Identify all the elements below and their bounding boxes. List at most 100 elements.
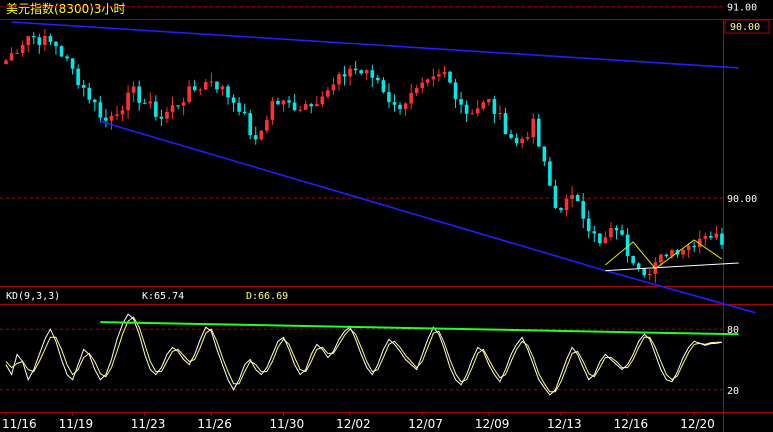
candle-body [720, 233, 724, 245]
candle-body [686, 245, 691, 251]
candle-body [348, 68, 352, 77]
candle-body [581, 201, 585, 219]
kd-indicator-name: KD(9,3,3) [6, 291, 60, 302]
candle-body [137, 86, 141, 103]
x-tick-label: 12/20 [680, 417, 715, 431]
candle-body [503, 113, 508, 135]
candle-body [93, 99, 97, 103]
candle-body [154, 101, 158, 117]
candle-body [65, 56, 69, 59]
price-y-tick-label: 91.00 [727, 3, 757, 14]
candle-body [525, 137, 530, 139]
x-tick-label: 12/02 [336, 417, 371, 431]
candle-body [181, 102, 186, 106]
candle-body [514, 137, 519, 144]
candle-body [370, 70, 375, 78]
candle-body [359, 70, 363, 74]
candle-body [575, 195, 580, 202]
x-tick-label: 12/16 [614, 417, 649, 431]
candle-body [398, 104, 402, 110]
candle-body [570, 195, 574, 199]
candle-body [592, 231, 597, 234]
candle-body [548, 161, 552, 186]
candle-body [253, 135, 258, 140]
candle-body [542, 146, 547, 162]
candle-body [553, 185, 558, 208]
candle-body [104, 117, 108, 121]
candle-body [620, 230, 624, 235]
x-tick-label: 12/13 [547, 417, 582, 431]
candle-body [636, 263, 641, 269]
candle-body [631, 255, 635, 264]
candle-body [4, 60, 8, 65]
candle-body [204, 82, 208, 90]
candle-body [692, 245, 696, 248]
candle-body [409, 93, 413, 104]
candle-body [220, 86, 225, 90]
candle-body [564, 198, 569, 211]
candle-body [115, 114, 119, 116]
candle-body [159, 116, 164, 119]
candle-body [487, 99, 491, 103]
candle-body [326, 90, 330, 97]
candle-body [226, 86, 230, 98]
candle-body [642, 268, 647, 276]
candle-body [237, 102, 241, 112]
candle-body [648, 273, 652, 276]
x-tick-label: 11/19 [59, 417, 94, 431]
candle-body [481, 102, 486, 109]
candle-body [426, 79, 430, 83]
candle-body [331, 84, 336, 91]
candle-body [54, 41, 58, 47]
top-price-label: 90.00 [730, 22, 760, 33]
candle-body [420, 82, 425, 88]
candle-body [165, 111, 169, 119]
candle-body [387, 92, 391, 103]
candle-body [43, 36, 47, 45]
candle-body [509, 134, 513, 138]
candle-body [498, 113, 502, 115]
candle-body [703, 235, 708, 239]
candle-body [559, 207, 563, 211]
candle-body [259, 130, 264, 140]
candle-body [315, 104, 319, 107]
candle-body [403, 103, 408, 110]
candle-body [586, 218, 591, 232]
chart-stage: 美元指数(8300)3小时 90.00 90.0091.0092.00 KD(9… [0, 0, 773, 432]
candle-body [470, 113, 474, 115]
candle-body [364, 70, 369, 74]
candle-body [70, 58, 75, 69]
kd-d-value: D:66.69 [246, 291, 288, 302]
candle-body [431, 76, 436, 80]
candle-body [248, 113, 252, 136]
candle-body [353, 68, 358, 71]
candle-body [414, 87, 419, 94]
x-tick-label: 11/30 [270, 417, 305, 431]
candle-body [192, 86, 197, 91]
candle-body [170, 105, 175, 112]
candle-body [76, 68, 80, 86]
candle-body [337, 74, 341, 85]
candle-body [453, 82, 458, 100]
candle-body [9, 53, 14, 61]
candle-body [664, 254, 669, 257]
background [0, 0, 773, 432]
candle-body [309, 104, 314, 107]
candle-body [281, 100, 286, 105]
candle-body [659, 254, 663, 263]
candle-body [242, 111, 247, 114]
price-y-tick-label: 90.00 [727, 194, 757, 205]
x-tick-label: 11/23 [131, 417, 166, 431]
candle-body [320, 96, 325, 105]
candle-body [459, 99, 463, 105]
candle-body [292, 102, 297, 111]
candle-body [120, 110, 125, 115]
candle-body [87, 87, 92, 100]
candle-body [681, 250, 685, 255]
x-tick-label: 12/07 [408, 417, 443, 431]
candle-body [603, 237, 608, 244]
candle-body [126, 92, 130, 111]
candle-body [265, 119, 269, 131]
candle-body [231, 97, 236, 103]
candle-body [520, 138, 524, 144]
